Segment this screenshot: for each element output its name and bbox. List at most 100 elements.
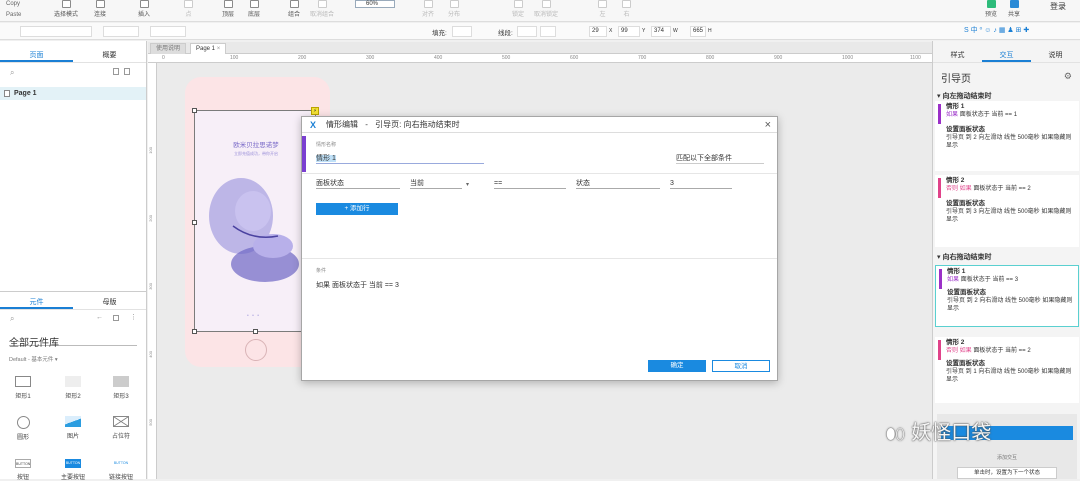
search-icon[interactable]: ⌕ <box>10 68 14 78</box>
case-name-input[interactable]: 情形 1 <box>316 154 484 164</box>
login-link[interactable]: 登录 <box>1050 1 1066 12</box>
distribute-button[interactable]: 分布 <box>448 0 460 18</box>
rect3-icon <box>113 376 129 387</box>
widget-rect1[interactable]: 矩形1 <box>8 376 38 400</box>
font-size-select[interactable] <box>150 26 186 37</box>
tab-page1[interactable]: Page 1 × <box>190 43 227 54</box>
lock-icon <box>513 0 523 8</box>
tab-outline[interactable]: 概要 <box>73 49 146 62</box>
x-field[interactable]: 29 <box>589 26 607 37</box>
add-folder-icon[interactable] <box>124 68 130 75</box>
unlock-button[interactable]: 取消锁定 <box>534 0 558 18</box>
more-icon[interactable]: ⋮ <box>130 313 137 321</box>
widget-rect3[interactable]: 矩形3 <box>106 376 136 400</box>
copy-button[interactable]: Copy <box>6 1 20 7</box>
condition-target-select[interactable]: 面板状态 <box>316 179 400 189</box>
ruler-tick: 900 <box>774 55 783 61</box>
event-section-left-drag[interactable]: ▾ 向左拖动结束时 <box>937 91 991 101</box>
y-field[interactable]: 99 <box>618 26 640 37</box>
dialog-header: X 情形编辑 - 引导页: 向右拖动结束时 × <box>302 117 777 133</box>
right-button[interactable]: 右 <box>622 0 631 18</box>
add-page-icon[interactable] <box>113 68 119 75</box>
resize-handle[interactable] <box>192 329 197 334</box>
widget-rect2[interactable]: 矩形2 <box>58 376 88 400</box>
align-button[interactable]: 对齐 <box>422 0 434 18</box>
insert-button[interactable]: 插入 <box>138 0 150 18</box>
ungroup-icon <box>317 0 327 8</box>
resize-handle[interactable] <box>253 329 258 334</box>
condition-operator-select[interactable]: == <box>494 179 566 189</box>
widget-primary-button[interactable]: BUTTON 主要按钮 <box>58 459 88 481</box>
widget-link-button[interactable]: BUTTON 链接按钮 <box>106 459 136 481</box>
fill-color-picker[interactable] <box>452 26 472 37</box>
library-select[interactable]: 全部元件库 <box>9 334 137 349</box>
case-name-value: 情形 1 <box>316 155 336 162</box>
case-card-selected[interactable]: 情形 1 如果 面板状态于 当前 == 3 设置面板状态 引导页 到 2 向右滑… <box>935 265 1079 327</box>
tab-widgets[interactable]: 元件 <box>0 296 73 309</box>
lock-button[interactable]: 锁定 <box>512 0 524 18</box>
page-dots: • • • <box>247 313 261 319</box>
bring-front-button[interactable]: 顶层 <box>222 0 234 18</box>
font-family-select[interactable] <box>20 26 92 37</box>
case-card[interactable]: 情形 2 否则 如果 面板状态于 当前 == 2 设置面板状态 引导页 到 3 … <box>935 175 1079 247</box>
left-button[interactable]: 左 <box>598 0 607 18</box>
close-icon[interactable]: × <box>765 117 771 133</box>
tab-pages[interactable]: 页面 <box>0 49 73 62</box>
h-field[interactable]: 665 <box>690 26 706 37</box>
tab-close-icon[interactable]: × <box>217 46 221 52</box>
line-color-picker[interactable] <box>517 26 537 37</box>
resize-handle[interactable] <box>192 220 197 225</box>
tab-masters[interactable]: 母版 <box>73 296 146 309</box>
tab-style[interactable]: 样式 <box>933 49 982 62</box>
home-button-icon <box>245 339 267 361</box>
widget-image[interactable]: 图片 <box>58 416 88 440</box>
condition-widget-select[interactable]: 当前 <box>410 179 462 189</box>
font-weight-select[interactable] <box>103 26 139 37</box>
back-arrow-icon[interactable]: ← <box>96 314 103 321</box>
widget-placeholder[interactable]: 占位符 <box>106 416 136 440</box>
dropdown-arrow-icon[interactable]: ▾ <box>466 181 469 188</box>
match-select[interactable]: 匹配以下全部条件 <box>676 154 764 164</box>
condition-value-type-select[interactable]: 状态 <box>576 179 660 189</box>
cancel-button[interactable]: 取消 <box>712 360 770 372</box>
ok-button[interactable]: 确定 <box>648 360 706 372</box>
event-section-right-drag[interactable]: ▾ 向右拖动结束时 <box>937 252 991 262</box>
w-field[interactable]: 374 <box>651 26 671 37</box>
case-card[interactable]: 情形 2 否则 如果 面板状态于 当前 == 2 设置面板状态 引导页 到 1 … <box>935 337 1079 403</box>
ruler-tick: 700 <box>638 55 647 61</box>
zoom-select[interactable]: 60% <box>355 0 395 8</box>
ungroup-button[interactable]: 取消组合 <box>310 0 334 18</box>
tab-notes[interactable]: 说明 <box>1031 49 1080 62</box>
add-row-button[interactable]: + 添加行 <box>316 203 398 215</box>
page-item-page1[interactable]: Page 1 <box>0 87 146 100</box>
preview-button[interactable]: 预览 <box>985 0 997 18</box>
line-width-picker[interactable] <box>540 26 556 37</box>
interaction-flag-icon[interactable]: ⚡ <box>311 107 319 115</box>
h-field-label: H <box>708 28 712 34</box>
resize-handle[interactable] <box>192 108 197 113</box>
point-button[interactable]: 点 <box>184 0 193 18</box>
case-condition: 否则 如果 面板状态于 当前 == 2 <box>946 348 1031 354</box>
connect-button[interactable]: 连接 <box>94 0 106 18</box>
quick-action-button[interactable]: 单击时，设置为下一个状态 <box>957 467 1057 479</box>
paste-button[interactable]: Paste <box>6 12 21 18</box>
select-mode-button[interactable]: 选择模式 <box>54 0 78 18</box>
widget-button[interactable]: BUTTON 按钮 <box>8 459 38 481</box>
tab-interactions[interactable]: 交互 <box>982 49 1031 62</box>
condition-value-input[interactable]: 3 <box>670 179 732 189</box>
add-library-icon[interactable] <box>113 315 119 321</box>
tab-instructions[interactable]: 使用说明 <box>150 43 187 54</box>
widget-name[interactable]: 引导页 <box>941 70 971 85</box>
guide-page-panel[interactable]: 欧米贝拉思诺梦 立即充值成功，带你开启 • • • ⚡ <box>192 107 319 334</box>
case-action: 设置面板状态 <box>946 360 985 367</box>
share-button[interactable]: 共享 <box>1008 0 1020 18</box>
library-search-icon[interactable]: ⌕ <box>10 314 14 324</box>
case-card[interactable]: 情形 1 如果 面板状态于 当前 == 1 设置面板状态 引导页 到 2 向左滑… <box>935 101 1079 171</box>
widget-circle[interactable]: 圆形 <box>8 416 38 441</box>
add-interaction-caption: 添加交互 <box>996 455 1017 461</box>
library-default-label[interactable]: Default - 基本元件 ▾ <box>9 355 58 363</box>
settings-icon[interactable]: ⚙ <box>1064 71 1072 82</box>
group-button[interactable]: 组合 <box>288 0 300 18</box>
ime-toolbar[interactable]: S 中 ⁰ ☺ ♪ ▦ ♟ ⊞ ✚ <box>964 25 1074 37</box>
send-back-button[interactable]: 底层 <box>248 0 260 18</box>
